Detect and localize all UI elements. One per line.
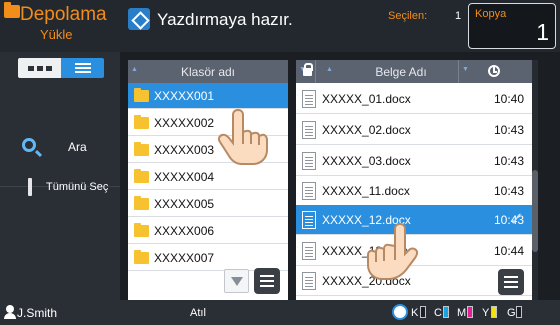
hand-cursor-icon [367, 222, 419, 280]
document-time: 10:44 [493, 244, 524, 258]
copies-field[interactable]: Kopya 1 [468, 3, 556, 49]
ink-m-level [467, 306, 473, 318]
selected-count: 1 [455, 10, 462, 22]
document-scrollbar[interactable] [532, 60, 538, 300]
document-name: XXXXX_01.docx [322, 92, 411, 106]
folder-name: XXXXX003 [154, 143, 215, 157]
select-all-indicator [28, 178, 32, 196]
ink-k-label: K [411, 307, 419, 319]
ink-k-level [420, 306, 426, 318]
document-icon [302, 272, 316, 290]
document-row[interactable]: XXXXX_11.docx 10:43 [296, 176, 532, 206]
user-icon [4, 305, 16, 319]
document-icon [302, 182, 316, 200]
document-icon [302, 152, 316, 170]
folder-name: XXXXX006 [154, 224, 215, 238]
view-toggle[interactable] [18, 58, 104, 78]
document-icon [302, 90, 316, 108]
document-row[interactable]: XXXXX_03.docx 10:43 [296, 146, 532, 176]
search-label: Ara [68, 140, 87, 154]
document-time: 10:43 [493, 154, 524, 168]
selected-label: Seçilen: [388, 10, 428, 22]
folder-list: ▲ Klasör adı XXXXX001 XXXXX002 XXXXX003 … [128, 60, 288, 300]
ink-c-level [443, 306, 449, 318]
folder-icon [134, 88, 149, 102]
document-time: 10:43 [493, 184, 524, 198]
search-button[interactable]: Ara [0, 130, 120, 164]
scrollbar-thumb[interactable] [532, 170, 538, 252]
folder-icon [134, 142, 149, 156]
document-name: XXXXX_03.docx [322, 154, 411, 168]
sync-icon [392, 304, 408, 320]
header-bar: Depolama Yükle Yazdırmaya hazır. Seçilen… [0, 0, 560, 52]
folder-column-title: Klasör adı [180, 65, 236, 79]
folder-icon [4, 2, 20, 18]
copies-value: 1 [536, 19, 549, 45]
document-time: 10:43 [493, 123, 524, 137]
printer-status-icon [128, 8, 150, 30]
document-column-header[interactable]: ▼ ▲ Belge Adı ▼ [296, 60, 532, 83]
document-icon [302, 211, 316, 229]
lock-icon [303, 63, 313, 76]
app-title[interactable]: Depolama [20, 4, 107, 26]
sidebar: Ara Tümünü Seç [0, 52, 120, 300]
document-menu-button[interactable] [498, 269, 524, 295]
select-all-label: Tümünü Seç [46, 181, 109, 193]
clock-icon [488, 65, 500, 77]
scroll-down-button[interactable] [224, 269, 249, 293]
app-subtitle[interactable]: Yükle [40, 27, 73, 42]
folder-name: XXXXX001 [154, 89, 215, 103]
ink-y-level [491, 306, 497, 318]
folder-name: XXXXX007 [154, 251, 215, 265]
document-column-title: Belge Adı [375, 65, 427, 79]
copies-label: Kopya [475, 8, 507, 20]
folder-icon [134, 169, 149, 183]
column-divider [458, 60, 459, 83]
document-icon [302, 242, 316, 260]
select-all-button[interactable]: Tümünü Seç [0, 170, 120, 204]
folder-row[interactable]: XXXXX005 [128, 191, 288, 217]
search-icon [22, 138, 36, 152]
folder-menu-button[interactable] [254, 268, 280, 294]
ink-c-label: C [434, 307, 442, 319]
ink-m-label: M [457, 307, 467, 319]
folder-column-header[interactable]: ▲ Klasör adı [128, 60, 288, 83]
document-row[interactable]: XXXXX_02.docx 10:43 [296, 115, 532, 145]
document-name: XXXXX_02.docx [322, 123, 411, 137]
sort-caret-icon: ▼ [462, 66, 469, 73]
list-view-button[interactable] [61, 58, 104, 78]
machine-status: Atıl [190, 307, 206, 319]
status-message: Yazdırmaya hazır. [157, 10, 293, 29]
sort-caret-icon: ▲ [326, 66, 333, 73]
status-bar: J.Smith Atıl K C M Y G [0, 300, 560, 325]
document-row[interactable]: XXXXX_01.docx 10:40 [296, 84, 532, 114]
ink-g-label: G [507, 307, 516, 319]
folder-icon [134, 223, 149, 237]
folder-name: XXXXX005 [154, 197, 215, 211]
folder-row[interactable]: XXXXX006 [128, 218, 288, 244]
check-icon: ✓ [508, 209, 524, 229]
folder-icon [134, 250, 149, 264]
ink-g-level [516, 306, 522, 318]
document-icon [302, 121, 316, 139]
thumbnail-view-button[interactable] [18, 58, 61, 78]
folder-name: XXXXX004 [154, 170, 215, 184]
hand-cursor-icon [217, 108, 268, 165]
document-time: 10:40 [493, 92, 524, 106]
folder-name: XXXXX002 [154, 116, 215, 130]
ink-y-label: Y [482, 307, 490, 319]
document-name: XXXXX_11.docx [322, 184, 410, 198]
folder-icon [134, 196, 149, 210]
user-name[interactable]: J.Smith [17, 306, 57, 320]
folder-icon [134, 115, 149, 129]
folder-list-controls [224, 267, 284, 295]
